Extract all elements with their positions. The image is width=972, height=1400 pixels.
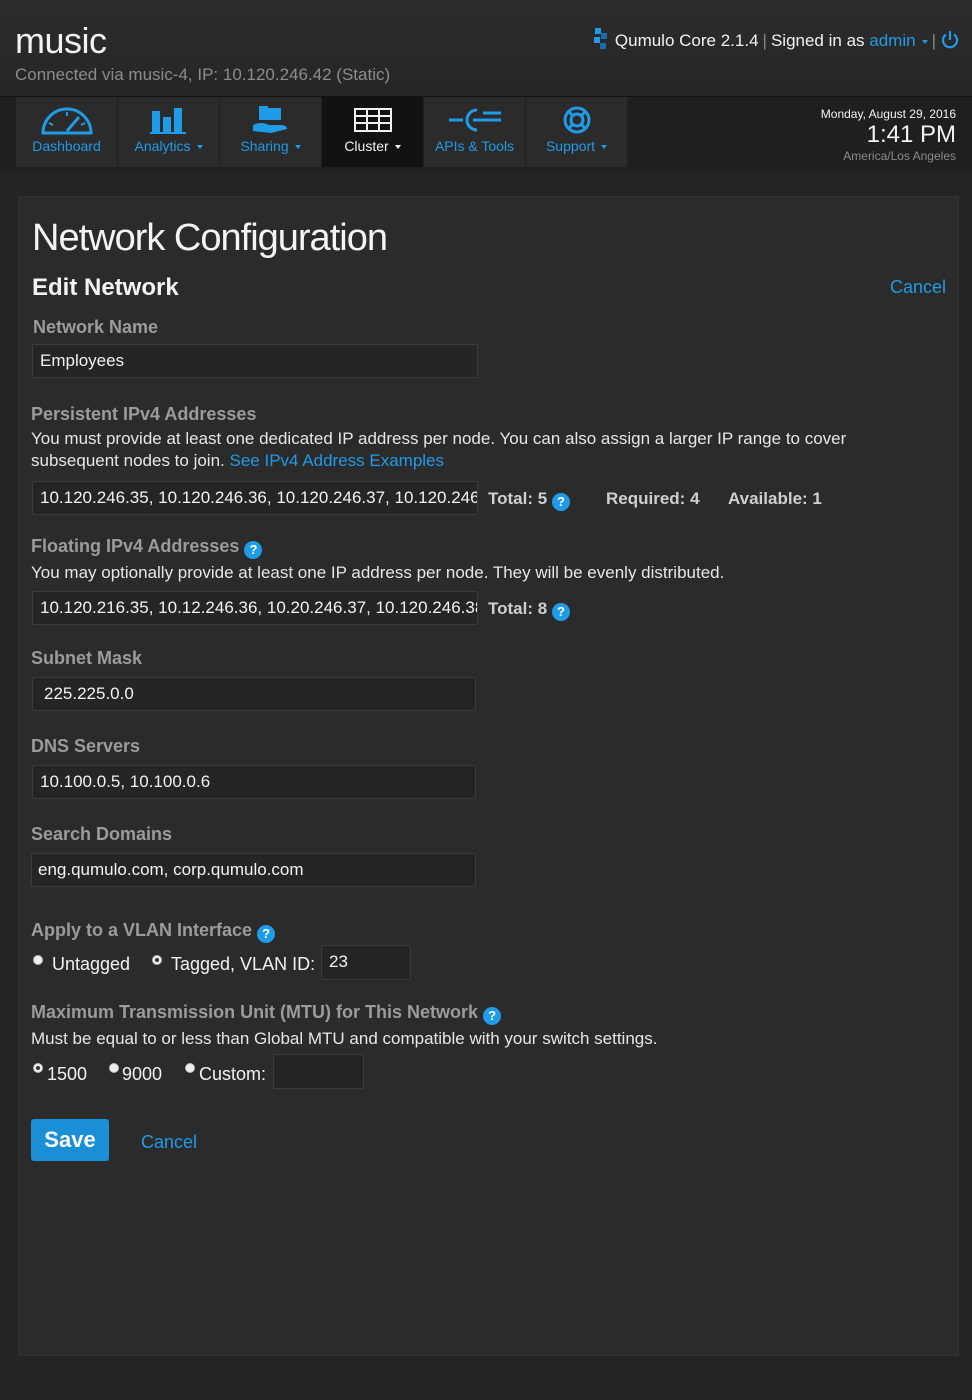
dns-servers-input[interactable]: 10.100.0.5, 10.100.0.6: [32, 765, 476, 799]
mtu-9000-radio[interactable]: [109, 1063, 119, 1073]
tab-analytics[interactable]: Analytics: [118, 97, 219, 167]
mtu-9000-label: 9000: [122, 1064, 163, 1084]
connection-status: Connected via music-4, IP: 10.120.246.42…: [15, 65, 391, 84]
subnet-mask-input[interactable]: 225.225.0.0: [32, 677, 476, 711]
ipv4-examples-link[interactable]: See IPv4 Address Examples: [230, 451, 445, 470]
tab-sharing[interactable]: Sharing: [220, 97, 321, 167]
help-icon[interactable]: ?: [551, 493, 570, 511]
tab-label: Analytics: [118, 138, 219, 154]
tab-cluster[interactable]: Cluster: [322, 97, 423, 167]
network-name-label: Network Name: [33, 317, 159, 337]
qumulo-logo-icon: [593, 28, 607, 49]
search-domains-label: Search Domains: [31, 824, 173, 844]
tab-apis-tools[interactable]: APIs & Tools: [424, 97, 525, 167]
power-icon[interactable]: [940, 30, 960, 50]
mtu-custom-label: Custom:: [199, 1064, 267, 1084]
persistent-ipv4-label: Persistent IPv4 Addresses: [31, 404, 257, 424]
vlan-id-input[interactable]: 23: [321, 945, 411, 980]
cluster-clock: Monday, August 29, 2016 1:41 PM America/…: [821, 107, 956, 163]
header-user-area: Qumulo Core 2.1.4 | Signed in as admin |: [592, 28, 960, 51]
hand-folder-icon: [252, 106, 287, 133]
tab-label: Sharing: [220, 138, 321, 154]
persistent-total: Total: 5 ?: [488, 489, 570, 511]
vlan-tagged-label: Tagged, VLAN ID:: [171, 954, 316, 974]
mtu-custom-radio[interactable]: [185, 1063, 195, 1073]
chevron-down-icon: [601, 145, 608, 149]
cancel-link-bottom[interactable]: Cancel: [141, 1132, 197, 1153]
clock-timezone: America/Los Angeles: [843, 149, 956, 163]
network-name-input[interactable]: Employees: [32, 344, 478, 378]
mtu-1500-label: 1500: [47, 1064, 88, 1084]
mtu-1500-radio[interactable]: [33, 1063, 43, 1073]
floating-ipv4-help: You may optionally provide at least one …: [31, 563, 725, 582]
cluster-name: music: [15, 20, 107, 61]
floating-ipv4-label: Floating IPv4 Addresses ?: [31, 536, 263, 559]
save-button[interactable]: Save: [31, 1119, 109, 1161]
signed-in-label: Signed in as: [770, 31, 865, 50]
section-title: Edit Network: [32, 274, 179, 301]
vlan-untagged-radio[interactable]: [33, 955, 43, 965]
vlan-tagged-radio[interactable]: [152, 955, 162, 965]
tab-label: APIs & Tools: [434, 138, 515, 154]
mtu-label: Maximum Transmission Unit (MTU) for This…: [31, 1002, 502, 1025]
search-domains-input[interactable]: eng.qumulo.com, corp.qumulo.com: [31, 853, 476, 887]
top-header: music Connected via music-4, IP: 10.120.…: [0, 0, 972, 96]
mtu-custom-input[interactable]: [273, 1054, 364, 1089]
mtu-help: Must be equal to or less than Global MTU…: [31, 1029, 658, 1048]
gauge-icon: [40, 107, 93, 135]
tab-label: Dashboard: [32, 138, 101, 154]
tab-label: Cluster: [322, 138, 423, 154]
floating-ipv4-input[interactable]: 10.120.216.35, 10.12.246.36, 10.20.246.3…: [32, 591, 478, 625]
tab-label: Support: [526, 138, 627, 154]
product-version: Qumulo Core 2.1.4: [614, 31, 759, 50]
network-config-panel: Network Configuration Edit Network Cance…: [18, 196, 959, 1356]
user-menu[interactable]: admin: [869, 31, 928, 50]
chevron-down-icon: [921, 40, 928, 44]
help-icon[interactable]: ?: [551, 603, 570, 621]
chevron-down-icon: [394, 145, 401, 149]
persistent-available: Available: 1: [728, 489, 822, 508]
lifebuoy-icon: [563, 106, 590, 134]
chevron-down-icon: [196, 145, 203, 149]
dns-servers-label: DNS Servers: [31, 736, 141, 756]
subnet-mask-label: Subnet Mask: [31, 648, 143, 668]
persistent-ipv4-input[interactable]: 10.120.246.35, 10.120.246.36, 10.120.246…: [32, 481, 478, 515]
clock-time: 1:41 PM: [866, 121, 956, 148]
cancel-link-top[interactable]: Cancel: [890, 277, 946, 298]
persistent-required: Required: 4: [606, 489, 700, 508]
persistent-ipv4-help: You must provide at least one dedicated …: [31, 429, 847, 470]
clock-date: Monday, August 29, 2016: [820, 107, 956, 121]
floating-total: Total: 8 ?: [488, 599, 570, 621]
help-icon[interactable]: ?: [257, 925, 276, 943]
tab-support[interactable]: Support: [526, 97, 627, 167]
tab-dashboard[interactable]: Dashboard: [16, 97, 117, 167]
vlan-label: Apply to a VLAN Interface ?: [31, 920, 276, 943]
server-rack-icon: [353, 108, 392, 132]
main-nav: Dashboard Analytics Sharing Cluster APIs…: [0, 96, 972, 169]
chevron-down-icon: [294, 145, 301, 149]
help-icon[interactable]: ?: [244, 541, 263, 559]
plug-icon: [448, 108, 501, 132]
vlan-untagged-label: Untagged: [52, 954, 131, 974]
page-title: Network Configuration: [32, 217, 388, 259]
help-icon[interactable]: ?: [483, 1007, 502, 1025]
bar-chart-icon: [149, 108, 186, 134]
